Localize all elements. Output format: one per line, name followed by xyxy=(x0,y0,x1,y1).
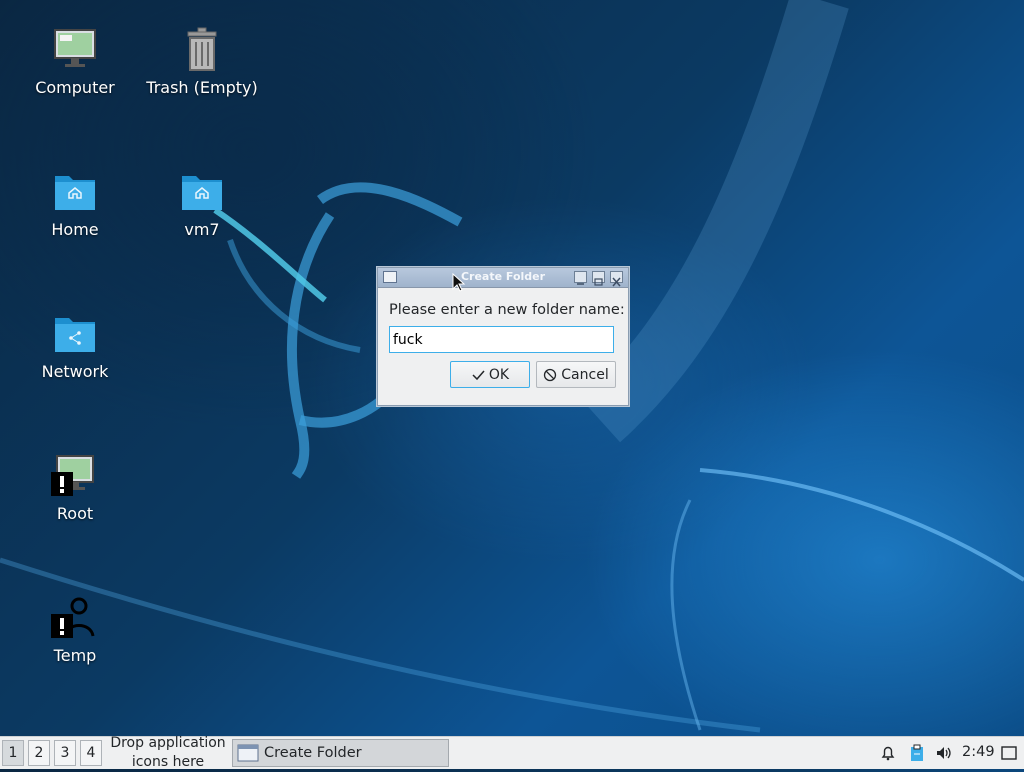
workspace-2-button[interactable]: 2 xyxy=(28,740,50,766)
cancel-button[interactable]: Cancel xyxy=(536,361,616,388)
cancel-label: Cancel xyxy=(561,366,609,383)
desktop-icon-vm7[interactable]: vm7 xyxy=(142,168,262,239)
dialog-prompt: Please enter a new folder name: xyxy=(389,302,625,318)
clipboard-icon[interactable] xyxy=(908,744,926,762)
computer-warning-icon xyxy=(51,452,99,500)
taskbar-task-create-folder[interactable]: Create Folder xyxy=(232,739,449,767)
ok-button[interactable]: OK xyxy=(450,361,530,388)
close-icon xyxy=(612,277,621,287)
taskbar: 1 2 3 4 Drop application icons here Crea… xyxy=(0,734,1024,772)
task-label: Create Folder xyxy=(264,745,362,761)
clock[interactable]: 2:49 xyxy=(962,744,995,760)
desktop-icon-home[interactable]: Home xyxy=(15,168,135,239)
desktop-icon-label: Trash (Empty) xyxy=(146,78,258,97)
desktop-icon-label: Temp xyxy=(53,646,97,665)
drop-text-line2: icons here xyxy=(131,754,205,770)
desktop-icon-root[interactable]: Root xyxy=(15,452,135,523)
computer-icon xyxy=(51,26,99,74)
desktop-icon-label: Root xyxy=(56,504,94,523)
desktop-icon-network[interactable]: Network xyxy=(15,310,135,381)
network-folder-icon xyxy=(51,310,99,358)
desktop-icon-label: Computer xyxy=(35,78,115,97)
trash-icon xyxy=(178,26,226,74)
dialog-titlebar[interactable]: Create Folder xyxy=(378,268,628,288)
launcher-drop-area[interactable]: Drop application icons here xyxy=(106,734,230,772)
mouse-cursor-icon xyxy=(452,273,466,292)
desktop-icon-label: Home xyxy=(51,220,99,239)
workspace-1-button[interactable]: 1 xyxy=(2,740,24,766)
cancel-icon xyxy=(544,368,557,381)
notification-bell-icon[interactable] xyxy=(879,744,897,762)
close-button[interactable] xyxy=(610,271,623,287)
user-warning-icon xyxy=(51,594,99,642)
desktop-icon-temp[interactable]: Temp xyxy=(15,594,135,665)
workspace-4-button[interactable]: 4 xyxy=(80,740,102,766)
minimize-button[interactable] xyxy=(574,271,587,285)
drop-text-line1: Drop application xyxy=(110,735,226,751)
check-icon xyxy=(472,370,485,380)
maximize-icon xyxy=(594,278,603,286)
folder-name-input[interactable] xyxy=(389,326,614,353)
home-folder-icon xyxy=(51,168,99,216)
home-folder-icon xyxy=(178,168,226,216)
show-desktop-icon[interactable] xyxy=(1000,744,1018,762)
desktop-icon-trash[interactable]: Trash (Empty) xyxy=(142,26,262,97)
desktop-icon-label: Network xyxy=(41,362,109,381)
window-icon xyxy=(237,744,259,762)
maximize-button[interactable] xyxy=(592,271,605,286)
desktop-icon-label: vm7 xyxy=(184,220,220,239)
volume-icon[interactable] xyxy=(935,744,953,762)
workspace-3-button[interactable]: 3 xyxy=(54,740,76,766)
minimize-icon xyxy=(577,283,584,285)
create-folder-dialog: Create Folder Please enter a new folder … xyxy=(377,267,629,406)
ok-label: OK xyxy=(488,366,510,383)
dialog-title: Create Folder xyxy=(460,270,546,283)
desktop-icon-computer[interactable]: Computer xyxy=(15,26,135,97)
